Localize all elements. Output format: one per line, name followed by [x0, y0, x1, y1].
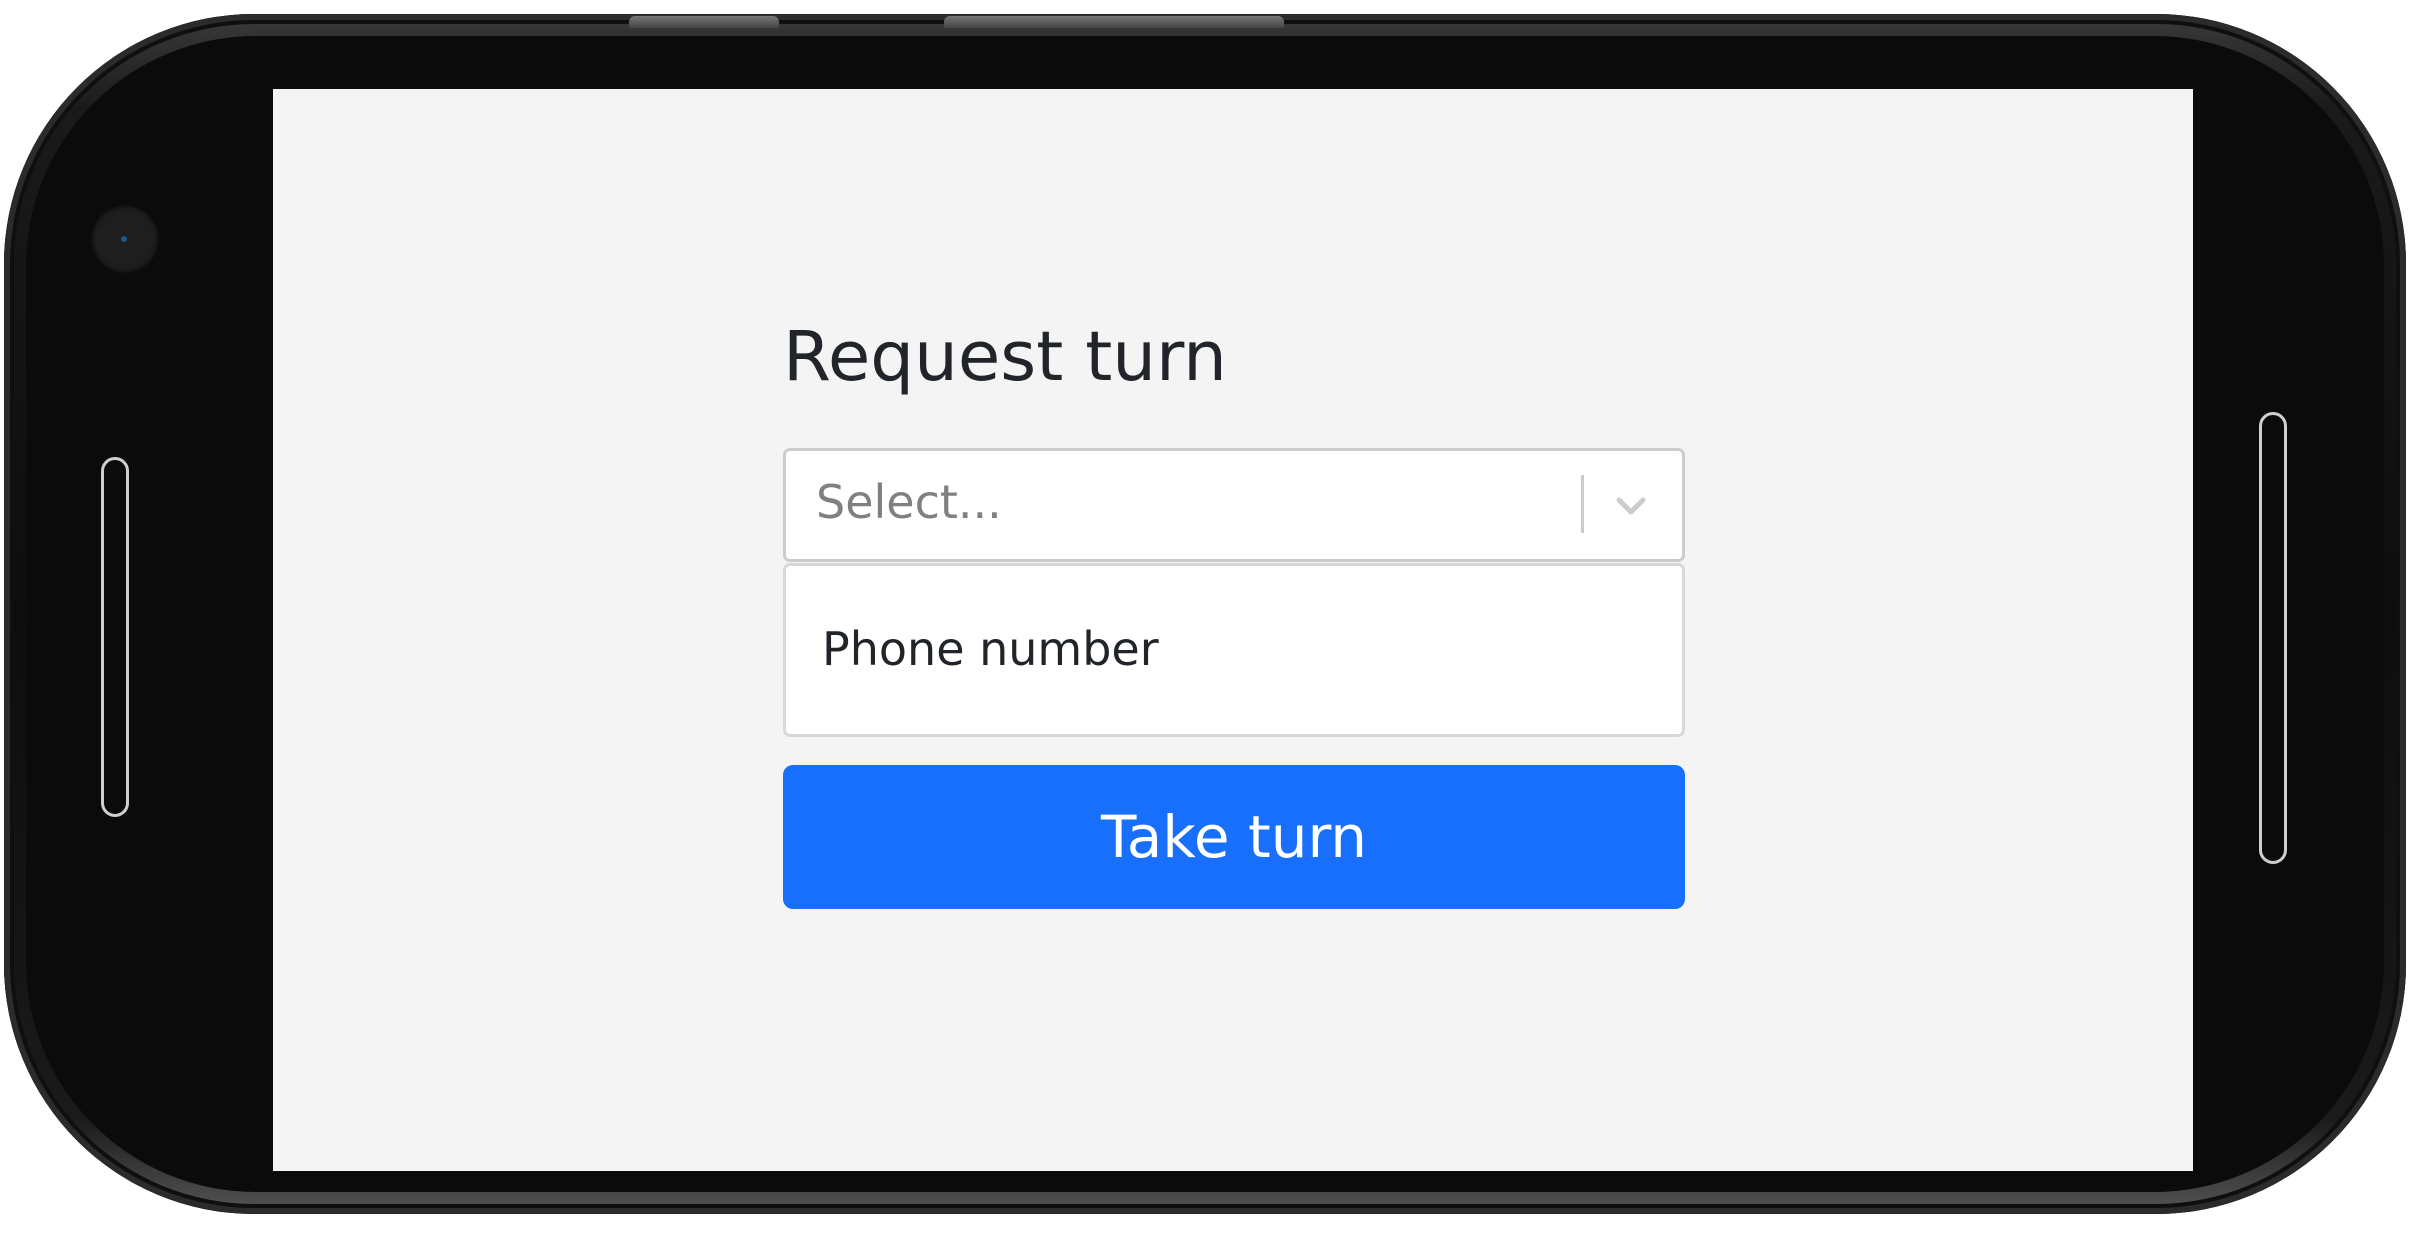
take-turn-button[interactable]: Take turn — [783, 765, 1685, 909]
volume-button — [944, 16, 1284, 28]
page-title: Request turn — [783, 317, 1227, 397]
select-placeholder: Select... — [816, 475, 1002, 529]
select-dropdown-menu: Phone number — [783, 563, 1685, 737]
chevron-down-icon[interactable] — [1606, 481, 1656, 531]
app-screen: Request turn Select... Phone number Take… — [273, 89, 2193, 1171]
speaker-grille-right — [2259, 412, 2287, 864]
option-select[interactable]: Select... — [783, 448, 1685, 562]
power-button — [629, 16, 779, 28]
select-separator — [1581, 475, 1584, 533]
speaker-grille-left — [101, 457, 129, 817]
select-option-label: Phone number — [822, 622, 1159, 676]
select-option-phone-number[interactable]: Phone number — [786, 566, 1682, 734]
front-camera-icon — [91, 205, 159, 273]
